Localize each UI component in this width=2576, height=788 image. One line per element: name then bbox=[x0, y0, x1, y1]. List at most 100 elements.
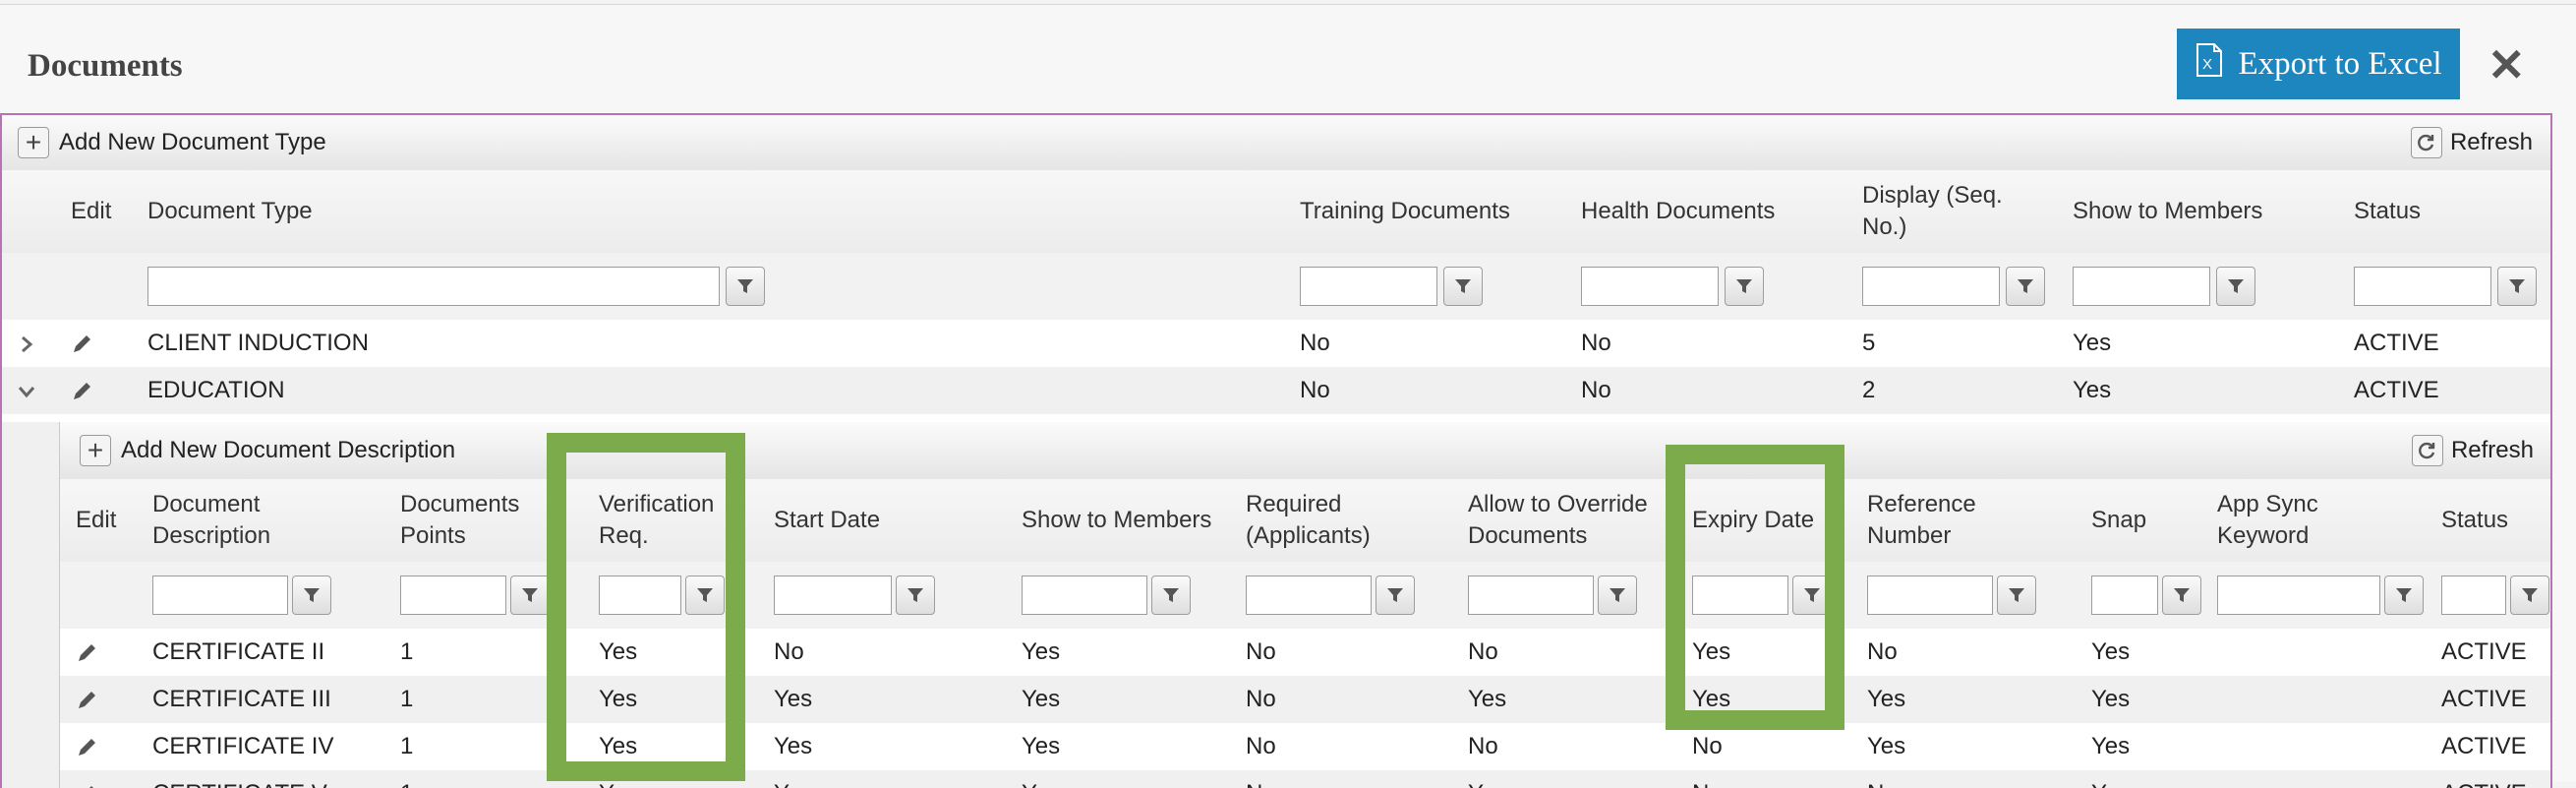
cell-status: ACTIVE bbox=[2441, 770, 2527, 788]
show-members-filter-input[interactable] bbox=[1022, 576, 1147, 615]
detail-gutter bbox=[2, 422, 59, 788]
cell-reference: No bbox=[1867, 638, 1898, 665]
filter-funnel-icon[interactable] bbox=[1997, 576, 2036, 615]
status-filter-input[interactable] bbox=[2354, 267, 2491, 306]
health-filter-input[interactable] bbox=[1581, 267, 1719, 306]
add-document-description-button[interactable]: + Add New Document Description bbox=[80, 435, 455, 466]
points-filter-input[interactable] bbox=[400, 576, 506, 615]
parent-refresh-button[interactable]: Refresh bbox=[2410, 127, 2533, 158]
filter-funnel-icon[interactable] bbox=[2497, 267, 2537, 306]
header-required-applicants[interactable]: Required (Applicants) bbox=[1246, 489, 1393, 552]
detail-refresh-button[interactable]: Refresh bbox=[2411, 435, 2534, 466]
filter-funnel-icon[interactable] bbox=[1725, 267, 1764, 306]
document-types-grid: + Add New Document Type Refresh Edit Doc… bbox=[0, 113, 2552, 788]
header-reference-number[interactable]: Reference Number bbox=[1867, 489, 1995, 552]
cell-show-members: Yes bbox=[1022, 733, 1061, 759]
filter-funnel-icon[interactable] bbox=[1151, 576, 1191, 615]
parent-filter-row bbox=[2, 253, 2550, 321]
add-document-type-button[interactable]: + Add New Document Type bbox=[18, 127, 326, 158]
cell-verification: Yes bbox=[599, 770, 637, 788]
filter-funnel-icon[interactable] bbox=[2510, 576, 2549, 615]
header-snap[interactable]: Snap bbox=[2091, 505, 2146, 536]
filter-funnel-icon[interactable] bbox=[510, 576, 550, 615]
cell-description: CERTIFICATE IV bbox=[152, 733, 334, 759]
filter-funnel-icon[interactable] bbox=[1792, 576, 1832, 615]
table-row[interactable]: EDUCATION No No 2 Yes ACTIVE bbox=[2, 367, 2550, 414]
header-expiry-date[interactable]: Expiry Date bbox=[1692, 505, 1814, 536]
detail-header-row: Edit Document Description Documents Poin… bbox=[60, 479, 2550, 563]
app-sync-filter-input[interactable] bbox=[2217, 576, 2380, 615]
cell-required: No bbox=[1246, 638, 1276, 665]
header-document-type[interactable]: Document Type bbox=[147, 196, 313, 227]
cell-points: 1 bbox=[400, 770, 413, 788]
cell-reference: Yes bbox=[1867, 733, 1906, 759]
header-allow-override[interactable]: Allow to Override Documents bbox=[1468, 489, 1665, 552]
table-row[interactable]: CERTIFICATE V 1 Yes Yes Yes No Yes No No… bbox=[60, 770, 2550, 788]
filter-funnel-icon[interactable] bbox=[726, 267, 765, 306]
pencil-icon[interactable] bbox=[76, 690, 97, 711]
header-show-to-members[interactable]: Show to Members bbox=[2073, 196, 2262, 227]
pencil-icon[interactable] bbox=[76, 642, 97, 664]
filter-funnel-icon[interactable] bbox=[2216, 267, 2255, 306]
header-verification-req[interactable]: Verification Req. bbox=[599, 489, 727, 552]
table-row[interactable]: CERTIFICATE II 1 Yes No Yes No No Yes No… bbox=[60, 629, 2550, 676]
cell-override: Yes bbox=[1468, 770, 1506, 788]
cell-start-date: Yes bbox=[774, 770, 812, 788]
document-type-filter-input[interactable] bbox=[147, 267, 720, 306]
table-row[interactable]: CLIENT INDUCTION No No 5 Yes ACTIVE bbox=[2, 320, 2550, 367]
cell-snap: Yes bbox=[2091, 638, 2131, 665]
table-row[interactable]: CERTIFICATE III 1 Yes Yes Yes No Yes Yes… bbox=[60, 676, 2550, 723]
header-documents-points[interactable]: Documents Points bbox=[400, 489, 538, 552]
override-filter-input[interactable] bbox=[1468, 576, 1594, 615]
cell-snap: Yes bbox=[2091, 733, 2131, 759]
header-show-to-members[interactable]: Show to Members bbox=[1022, 505, 1211, 536]
filter-funnel-icon[interactable] bbox=[1376, 576, 1415, 615]
description-filter-input[interactable] bbox=[152, 576, 288, 615]
header-training-documents[interactable]: Training Documents bbox=[1300, 196, 1510, 227]
verification-filter-input[interactable] bbox=[599, 576, 681, 615]
cell-status: ACTIVE bbox=[2441, 686, 2527, 712]
start-date-filter-input[interactable] bbox=[774, 576, 892, 615]
export-to-excel-button[interactable]: X Export to Excel bbox=[2177, 29, 2460, 99]
reference-filter-input[interactable] bbox=[1867, 576, 1993, 615]
cell-reference: Yes bbox=[1867, 686, 1906, 712]
refresh-icon bbox=[2411, 435, 2443, 466]
show-members-filter-input[interactable] bbox=[2073, 267, 2210, 306]
filter-funnel-icon[interactable] bbox=[2006, 267, 2045, 306]
header-display-seq[interactable]: Display (Seq. No.) bbox=[1862, 180, 2029, 243]
required-filter-input[interactable] bbox=[1246, 576, 1372, 615]
pencil-icon[interactable] bbox=[76, 784, 97, 788]
header-document-description[interactable]: Document Description bbox=[152, 489, 290, 552]
cell-show-members: Yes bbox=[2073, 377, 2112, 403]
cell-document-type: EDUCATION bbox=[147, 377, 285, 403]
filter-funnel-icon[interactable] bbox=[2384, 576, 2424, 615]
training-filter-input[interactable] bbox=[1300, 267, 1437, 306]
cell-snap: Yes bbox=[2091, 686, 2131, 712]
pencil-icon[interactable] bbox=[71, 381, 92, 402]
pencil-icon[interactable] bbox=[76, 737, 97, 758]
filter-funnel-icon[interactable] bbox=[1443, 267, 1483, 306]
snap-filter-input[interactable] bbox=[2091, 576, 2158, 615]
table-row[interactable]: CERTIFICATE IV 1 Yes Yes Yes No No No Ye… bbox=[60, 723, 2550, 770]
plus-icon: + bbox=[80, 435, 111, 466]
filter-funnel-icon[interactable] bbox=[685, 576, 725, 615]
header-app-sync-keyword[interactable]: App Sync Keyword bbox=[2217, 489, 2345, 552]
filter-funnel-icon[interactable] bbox=[292, 576, 331, 615]
cell-status: ACTIVE bbox=[2354, 330, 2439, 356]
header-status[interactable]: Status bbox=[2441, 505, 2508, 536]
pencil-icon[interactable] bbox=[71, 333, 92, 355]
header-start-date[interactable]: Start Date bbox=[774, 505, 880, 536]
detail-refresh-label: Refresh bbox=[2450, 437, 2534, 463]
chevron-right-icon[interactable] bbox=[16, 333, 37, 355]
header-status[interactable]: Status bbox=[2354, 196, 2421, 227]
close-icon[interactable]: ✕ bbox=[2488, 42, 2526, 88]
chevron-down-icon[interactable] bbox=[16, 381, 37, 402]
display-seq-filter-input[interactable] bbox=[1862, 267, 2000, 306]
filter-funnel-icon[interactable] bbox=[2162, 576, 2201, 615]
filter-funnel-icon[interactable] bbox=[1598, 576, 1637, 615]
filter-funnel-icon[interactable] bbox=[896, 576, 935, 615]
header-health-documents[interactable]: Health Documents bbox=[1581, 196, 1775, 227]
expiry-filter-input[interactable] bbox=[1692, 576, 1788, 615]
cell-points: 1 bbox=[400, 638, 414, 665]
status-filter-input[interactable] bbox=[2441, 576, 2506, 615]
